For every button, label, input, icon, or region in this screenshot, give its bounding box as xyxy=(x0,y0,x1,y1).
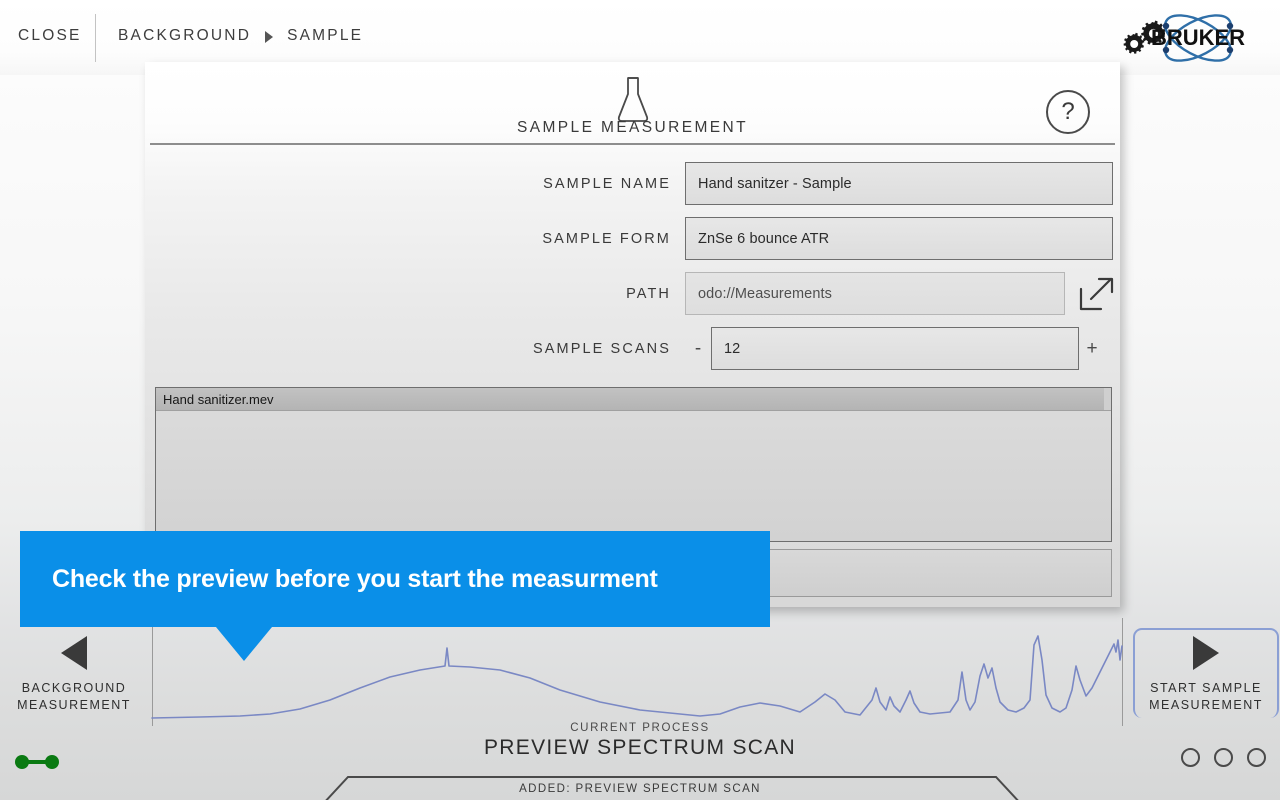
sample-scans-label: SAMPLE SCANS xyxy=(145,341,685,357)
path-input[interactable]: odo://Measurements xyxy=(685,272,1065,315)
sample-name-input[interactable]: Hand sanitzer - Sample xyxy=(685,162,1113,205)
breadcrumb-item-sample[interactable]: SAMPLE xyxy=(287,27,363,45)
sample-name-label: SAMPLE NAME xyxy=(145,176,685,192)
current-process-name: PREVIEW SPECTRUM SCAN xyxy=(0,736,1280,760)
panel-header: SAMPLE MEASUREMENT ? xyxy=(145,62,1120,144)
bruker-wordmark: BRUKER xyxy=(1151,25,1245,50)
panel-divider xyxy=(150,143,1115,145)
flask-icon xyxy=(616,75,650,123)
file-list[interactable]: Hand sanitizer.mev xyxy=(155,387,1112,542)
chevron-right-icon xyxy=(265,31,273,43)
tooltip-callout-text: Check the preview before you start the m… xyxy=(20,565,658,594)
topbar-divider xyxy=(95,14,96,62)
bruker-logo: BRUKER xyxy=(1128,10,1268,66)
background-measurement-button[interactable]: BACKGROUND MEASUREMENT xyxy=(0,636,148,714)
page-title: SAMPLE MEASUREMENT xyxy=(145,119,1120,137)
background-measurement-label: BACKGROUND MEASUREMENT xyxy=(0,680,148,714)
list-scrollbar[interactable] xyxy=(1104,388,1111,410)
sample-form-label: SAMPLE FORM xyxy=(145,231,685,247)
breadcrumb: BACKGROUND SAMPLE xyxy=(118,27,363,45)
spectrum-preview-chart[interactable] xyxy=(0,612,1280,737)
external-link-icon[interactable] xyxy=(1075,273,1117,315)
spectrum-trace xyxy=(152,636,1122,718)
tooltip-callout-tail xyxy=(216,627,272,661)
file-name: Hand sanitizer.mev xyxy=(163,392,274,407)
form-row-sample-form: SAMPLE FORM ZnSe 6 bounce ATR xyxy=(145,212,1120,265)
scans-decrement-button[interactable]: - xyxy=(685,338,711,360)
sample-measurement-panel: SAMPLE MEASUREMENT ? SAMPLE NAME Hand sa… xyxy=(145,62,1120,607)
close-button[interactable]: CLOSE xyxy=(18,27,82,45)
help-button[interactable]: ? xyxy=(1046,90,1090,134)
added-process-text: ADDED: PREVIEW SPECTRUM SCAN xyxy=(0,783,1280,795)
scans-increment-button[interactable]: + xyxy=(1079,338,1105,360)
application-window: CLOSE BACKGROUND SAMPLE BRUKE xyxy=(0,0,1280,800)
sample-form-input[interactable]: ZnSe 6 bounce ATR xyxy=(685,217,1113,260)
sample-form: SAMPLE NAME Hand sanitzer - Sample SAMPL… xyxy=(145,157,1120,377)
arrow-left-icon xyxy=(61,636,87,670)
path-label: PATH xyxy=(145,286,685,302)
breadcrumb-item-background[interactable]: BACKGROUND xyxy=(118,27,251,45)
form-row-sample-scans: SAMPLE SCANS - 12 + xyxy=(145,322,1120,375)
list-item[interactable]: Hand sanitizer.mev xyxy=(156,388,1111,411)
current-process-block: CURRENT PROCESS PREVIEW SPECTRUM SCAN xyxy=(0,722,1280,760)
start-sample-measurement-button[interactable]: START SAMPLE MEASUREMENT xyxy=(1132,636,1280,714)
current-process-caption: CURRENT PROCESS xyxy=(0,722,1280,734)
play-icon xyxy=(1193,636,1219,670)
form-row-path: PATH odo://Measurements xyxy=(145,267,1120,320)
start-sample-measurement-label: START SAMPLE MEASUREMENT xyxy=(1132,680,1280,714)
sample-scans-input[interactable]: 12 xyxy=(711,327,1079,370)
tooltip-callout[interactable]: Check the preview before you start the m… xyxy=(20,531,770,627)
form-row-sample-name: SAMPLE NAME Hand sanitzer - Sample xyxy=(145,157,1120,210)
